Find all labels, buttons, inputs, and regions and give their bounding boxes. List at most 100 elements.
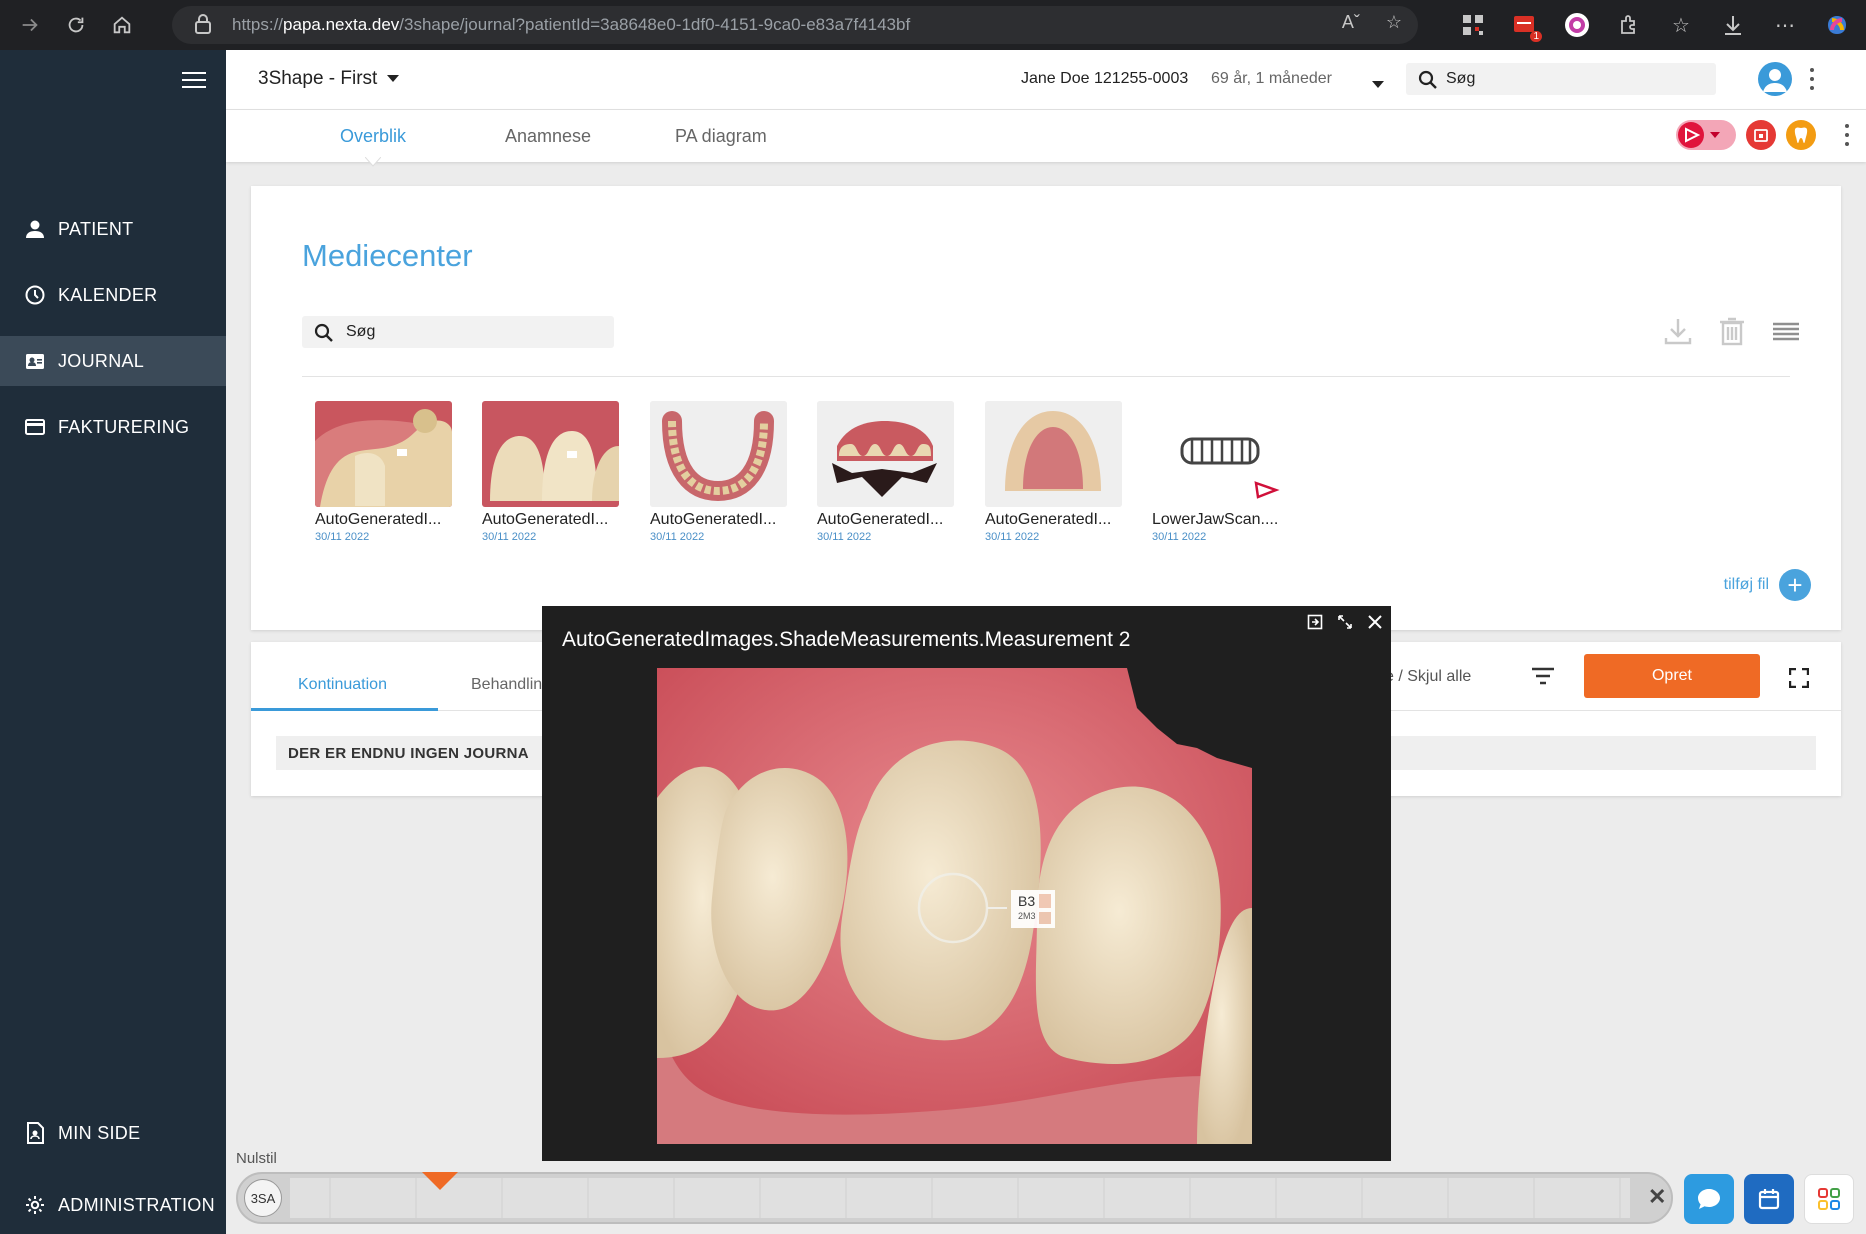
list-view-icon[interactable] xyxy=(1771,316,1801,346)
copilot-icon[interactable] xyxy=(1822,10,1852,40)
close-icon[interactable]: ✕ xyxy=(1648,1184,1666,1210)
sidebar-item-journal[interactable]: JOURNAL xyxy=(0,336,226,386)
media-file[interactable]: LowerJawScan.... 30/11 2022 xyxy=(1152,401,1292,543)
avatar[interactable] xyxy=(1758,62,1792,96)
page-title: Mediecenter xyxy=(302,238,473,273)
sidebar-item-label: FAKTURERING xyxy=(58,416,190,437)
sidebar-item-label: MIN SIDE xyxy=(58,1122,141,1143)
media-search-input[interactable]: Søg xyxy=(302,316,614,348)
clock-icon xyxy=(24,284,46,306)
file-name: AutoGeneratedI... xyxy=(482,511,609,528)
filter-icon[interactable] xyxy=(1531,666,1555,686)
home-icon[interactable] xyxy=(104,7,140,43)
patient-dropdown-icon[interactable] xyxy=(1372,76,1384,94)
sidebar-item-min-side[interactable]: MIN SIDE xyxy=(0,1108,226,1158)
extensions-puzzle-icon[interactable] xyxy=(1614,10,1644,40)
media-file[interactable]: AutoGeneratedI... 30/11 2022 xyxy=(482,401,622,543)
tooth-tool-icon[interactable] xyxy=(1786,120,1816,150)
download-icon[interactable] xyxy=(1718,10,1748,40)
thumbnail-image xyxy=(650,401,787,507)
hide-all-toggle[interactable]: e / Skjul alle xyxy=(1385,668,1471,686)
create-button[interactable]: Opret xyxy=(1584,654,1760,698)
sidebar-item-fakturering[interactable]: FAKTURERING xyxy=(0,402,226,452)
tab-behandling[interactable]: Behandlin xyxy=(471,676,542,694)
extension-badge: 1 xyxy=(1530,31,1542,42)
address-bar[interactable]: https://papa.nexta.dev/3shape/journal?pa… xyxy=(172,6,1418,44)
open-external-icon[interactable] xyxy=(1307,614,1323,630)
add-file-button[interactable]: tilføj fil + xyxy=(1724,569,1811,601)
tabs-bar: Overblik Anamnese PA diagram xyxy=(226,110,1866,167)
plus-icon: + xyxy=(1779,569,1811,601)
download-icon[interactable] xyxy=(1663,316,1693,346)
close-icon[interactable] xyxy=(1367,614,1383,630)
tabs-more-icon[interactable] xyxy=(1844,124,1850,146)
shade-measurement-image: B3 2M3 xyxy=(657,668,1252,1144)
sidebar-item-administration[interactable]: ADMINISTRATION xyxy=(0,1180,226,1230)
media-file[interactable]: AutoGeneratedI... 30/11 2022 xyxy=(650,401,790,543)
media-file[interactable]: AutoGeneratedI... 30/11 2022 xyxy=(817,401,957,543)
tab-kontinuation[interactable]: Kontinuation xyxy=(298,676,387,694)
search-icon xyxy=(314,323,333,342)
timeline-marker[interactable] xyxy=(422,1172,458,1190)
tab-pa-diagram[interactable]: PA diagram xyxy=(675,126,767,147)
sidebar-item-label: JOURNAL xyxy=(58,350,145,371)
media-file[interactable]: AutoGeneratedI... 30/11 2022 xyxy=(985,401,1125,543)
thumbnail-image xyxy=(482,401,619,507)
file-date: 30/11 2022 xyxy=(1152,531,1207,543)
timeline-badge[interactable]: 3SA xyxy=(244,1179,282,1217)
apps-button[interactable] xyxy=(1804,1174,1854,1224)
clinic-selector[interactable]: 3Shape - First xyxy=(258,68,400,90)
image-viewer-dialog: AutoGeneratedImages.ShadeMeasurements.Me… xyxy=(542,606,1391,1161)
thumbnail-image xyxy=(817,401,954,507)
file-name: AutoGeneratedI... xyxy=(650,511,777,528)
file-name: AutoGeneratedI... xyxy=(817,511,944,528)
reset-label[interactable]: Nulstil xyxy=(236,1150,277,1167)
thumbnail-image xyxy=(985,401,1122,507)
active-tab-pointer xyxy=(365,157,381,167)
trash-icon[interactable] xyxy=(1719,316,1745,346)
fullscreen-icon[interactable] xyxy=(1789,668,1809,688)
scan-toggle-button[interactable] xyxy=(1676,120,1736,150)
patient-search-input[interactable]: Søg xyxy=(1406,63,1716,95)
url-prefix: https:// xyxy=(232,15,284,34)
file-date: 30/11 2022 xyxy=(315,531,370,543)
calendar-extension-icon[interactable]: 1 xyxy=(1510,10,1542,42)
shade-code: B3 xyxy=(1018,893,1036,909)
hamburger-menu-icon[interactable] xyxy=(182,72,206,90)
clinic-name: 3Shape - First xyxy=(258,68,378,89)
favorite-star-icon[interactable]: ☆ xyxy=(1386,12,1402,33)
tab-anamnese[interactable]: Anamnese xyxy=(505,126,591,147)
person-icon xyxy=(24,218,46,240)
calendar-tool-icon[interactable] xyxy=(1746,120,1776,150)
qr-extension-icon[interactable] xyxy=(1458,10,1488,40)
file-date: 30/11 2022 xyxy=(650,531,705,543)
chat-button[interactable] xyxy=(1684,1174,1734,1224)
header-more-icon[interactable] xyxy=(1809,68,1815,90)
sidebar-item-label: ADMINISTRATION xyxy=(58,1194,215,1215)
tab-overblik[interactable]: Overblik xyxy=(340,126,406,147)
lock-icon xyxy=(195,14,211,34)
favorites-icon[interactable]: ☆ xyxy=(1666,10,1696,40)
thumbnail-image xyxy=(315,401,452,507)
timeline-track[interactable] xyxy=(290,1178,1630,1218)
add-file-label: tilføj fil xyxy=(1723,576,1769,593)
patient-age: 69 år, 1 måneder xyxy=(1211,70,1332,87)
calendar-button[interactable] xyxy=(1744,1174,1794,1224)
timeline-bar: 3SA ✕ xyxy=(236,1172,1673,1224)
url-path: /3shape/journal?patientId=3a8648e0-1df0-… xyxy=(399,15,911,34)
media-file[interactable]: AutoGeneratedI... 30/11 2022 xyxy=(315,401,455,543)
search-icon xyxy=(1418,70,1437,89)
active-tab-underline xyxy=(251,708,438,711)
color-extension-icon[interactable] xyxy=(1562,10,1592,40)
sidebar-item-patient[interactable]: PATIENT xyxy=(0,204,226,254)
file-date: 30/11 2022 xyxy=(482,531,537,543)
sidebar-item-kalender[interactable]: KALENDER xyxy=(0,270,226,320)
reload-icon[interactable] xyxy=(58,7,94,43)
read-aloud-icon[interactable]: Aˇ xyxy=(1342,12,1360,33)
expand-icon[interactable] xyxy=(1337,614,1353,630)
shade-sub-code: 2M3 xyxy=(1018,911,1036,921)
more-menu-icon[interactable]: ⋯ xyxy=(1770,10,1800,40)
gear-icon xyxy=(24,1194,46,1216)
forward-icon[interactable] xyxy=(12,7,48,43)
sidebar-item-label: KALENDER xyxy=(58,284,158,305)
